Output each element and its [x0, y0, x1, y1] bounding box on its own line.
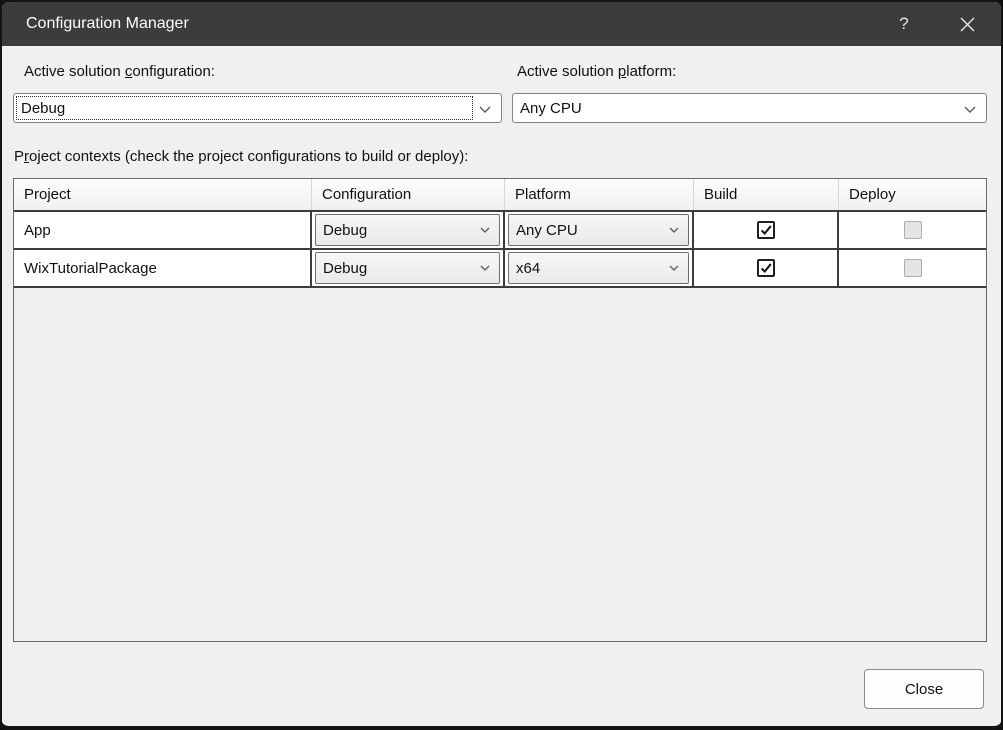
active-configuration-value: Debug	[21, 100, 65, 117]
table-row: WixTutorialPackage Debug x64	[14, 250, 986, 288]
active-platform-select[interactable]: Any CPU	[512, 93, 987, 123]
close-button[interactable]: Close	[864, 669, 984, 709]
build-checkbox[interactable]	[757, 259, 775, 277]
build-cell	[694, 212, 839, 248]
configuration-manager-dialog: Configuration Manager ? Active solution …	[0, 0, 1003, 730]
configuration-cell: Debug	[312, 250, 505, 286]
help-icon: ?	[899, 14, 908, 34]
deploy-checkbox	[904, 221, 922, 239]
build-cell	[694, 250, 839, 286]
project-name-cell[interactable]: WixTutorialPackage	[14, 250, 312, 286]
platform-select[interactable]: Any CPU	[508, 214, 689, 246]
deploy-checkbox	[904, 259, 922, 277]
grid-header-row: Project Configuration Platform Build Dep…	[14, 179, 986, 212]
column-header-build[interactable]: Build	[694, 179, 839, 210]
project-name-cell[interactable]: App	[14, 212, 312, 248]
checkmark-icon	[759, 261, 773, 275]
column-header-project[interactable]: Project	[14, 179, 312, 210]
table-row: App Debug Any CPU	[14, 212, 986, 250]
help-button[interactable]: ?	[886, 2, 922, 46]
chevron-down-icon	[669, 265, 679, 271]
platform-cell: Any CPU	[505, 212, 694, 248]
platform-value: Any CPU	[516, 222, 578, 239]
deploy-cell	[839, 212, 986, 248]
chevron-down-icon	[964, 106, 976, 113]
active-platform-label: Active solution platform:	[517, 63, 676, 80]
column-header-deploy[interactable]: Deploy	[839, 179, 986, 210]
chevron-down-icon	[669, 227, 679, 233]
titlebar: Configuration Manager ?	[2, 2, 1001, 46]
column-header-platform[interactable]: Platform	[505, 179, 694, 210]
close-icon	[960, 17, 975, 32]
chevron-down-icon	[480, 265, 490, 271]
active-platform-value: Any CPU	[520, 100, 582, 117]
chevron-down-icon	[479, 106, 491, 113]
dialog-title: Configuration Manager	[26, 15, 189, 33]
configuration-value: Debug	[323, 260, 367, 277]
column-header-configuration[interactable]: Configuration	[312, 179, 505, 210]
project-contexts-label: Project contexts (check the project conf…	[14, 148, 468, 165]
platform-select[interactable]: x64	[508, 252, 689, 284]
platform-cell: x64	[505, 250, 694, 286]
configuration-select[interactable]: Debug	[315, 214, 500, 246]
focus-rectangle	[16, 96, 473, 120]
platform-value: x64	[516, 260, 540, 277]
configuration-select[interactable]: Debug	[315, 252, 500, 284]
chevron-down-icon	[480, 227, 490, 233]
configuration-cell: Debug	[312, 212, 505, 248]
deploy-cell	[839, 250, 986, 286]
close-window-button[interactable]	[946, 2, 988, 46]
configuration-value: Debug	[323, 222, 367, 239]
build-checkbox[interactable]	[757, 221, 775, 239]
project-contexts-grid: Project Configuration Platform Build Dep…	[13, 178, 987, 642]
active-configuration-select[interactable]: Debug	[13, 93, 502, 123]
checkmark-icon	[759, 223, 773, 237]
active-configuration-label: Active solution configuration:	[24, 63, 215, 80]
